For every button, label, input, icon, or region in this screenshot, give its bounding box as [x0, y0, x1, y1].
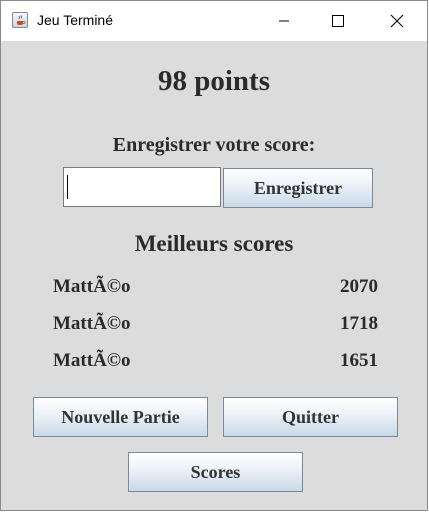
leaderboard-row: MattÃ©o 1718 — [53, 313, 378, 337]
minimize-button[interactable] — [261, 1, 307, 41]
scores-button[interactable]: Scores — [128, 452, 303, 492]
leaderboard-score-value: 1651 — [340, 350, 378, 371]
final-score-heading: 98 points — [157, 65, 270, 97]
new-game-button[interactable]: Nouvelle Partie — [33, 397, 208, 437]
text-caret — [67, 175, 68, 199]
close-button[interactable] — [374, 1, 420, 41]
save-score-label: Enregistrer votre score: — [112, 134, 316, 156]
leaderboard-row: MattÃ©o 2070 — [53, 276, 378, 300]
save-score-button[interactable]: Enregistrer — [223, 168, 373, 208]
dialog-content: 98 points Enregistrer votre score: Enreg… — [1, 41, 427, 510]
java-app-icon — [12, 12, 28, 28]
leaderboard-player-name: MattÃ©o — [53, 350, 131, 371]
leaderboard-score-value: 1718 — [340, 313, 378, 334]
leaderboard-player-name: MattÃ©o — [53, 313, 131, 334]
leaderboard-player-name: MattÃ©o — [53, 276, 131, 297]
game-over-dialog: Jeu Terminé 98 points Enregistrer votre … — [0, 0, 428, 511]
leaderboard-score-value: 2070 — [340, 276, 378, 297]
quit-button[interactable]: Quitter — [223, 397, 398, 437]
window-title: Jeu Terminé — [37, 12, 114, 28]
leaderboard-row: MattÃ©o 1651 — [53, 350, 378, 374]
minimize-icon — [279, 20, 289, 22]
player-name-input[interactable] — [63, 167, 221, 207]
maximize-button[interactable] — [315, 1, 361, 41]
close-icon — [390, 14, 404, 28]
maximize-icon — [332, 15, 344, 27]
leaderboard-title: Meilleurs scores — [134, 231, 294, 256]
title-bar[interactable]: Jeu Terminé — [1, 1, 427, 41]
